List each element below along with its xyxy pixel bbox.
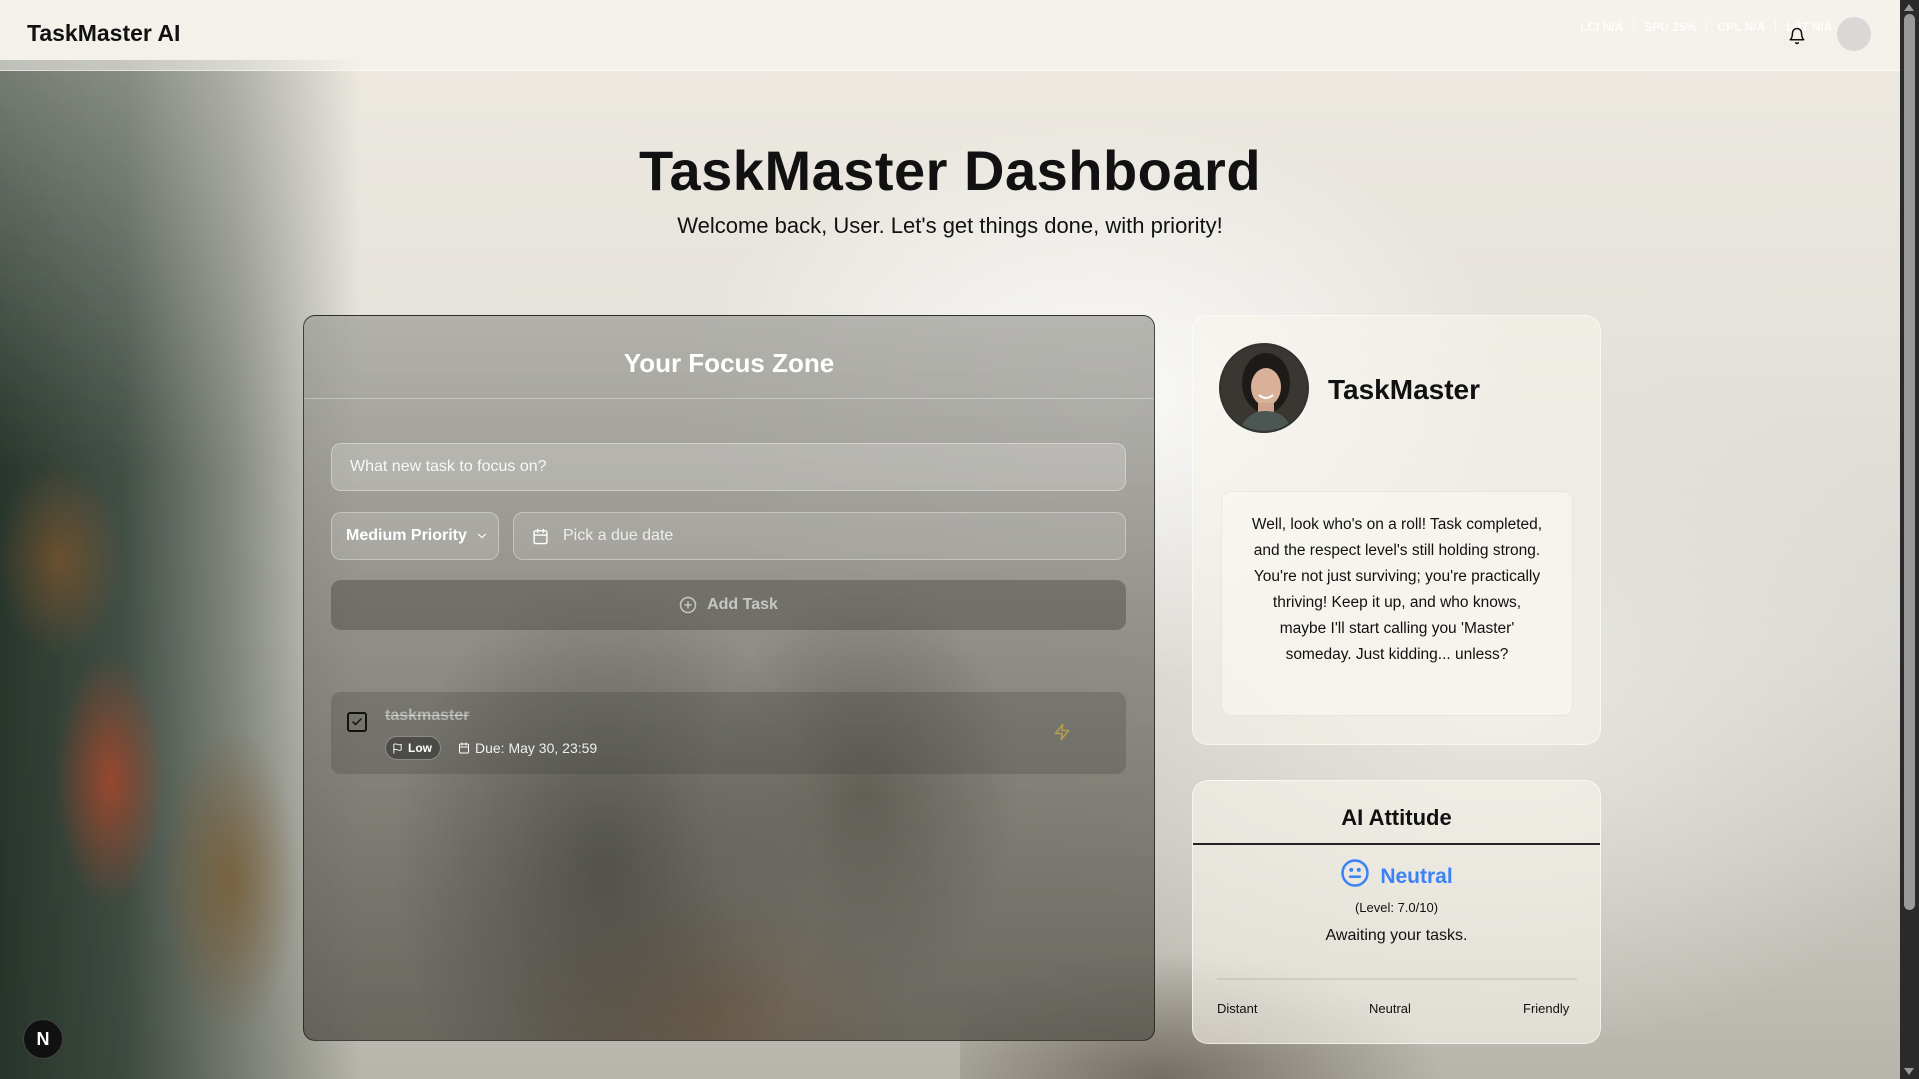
mood-indicator: Neutral bbox=[1193, 857, 1600, 889]
scroll-down-arrow[interactable] bbox=[1904, 1068, 1914, 1075]
lightning-icon bbox=[1054, 723, 1070, 741]
check-icon bbox=[352, 718, 362, 726]
assistant-message: Well, look who's on a roll! Task complet… bbox=[1221, 491, 1573, 716]
plus-circle-icon bbox=[679, 596, 697, 614]
stat-spu: SPU 25% bbox=[1644, 20, 1697, 34]
task-ai-button[interactable] bbox=[1053, 723, 1071, 741]
stat-separator bbox=[1706, 20, 1708, 34]
user-avatar[interactable] bbox=[1837, 17, 1871, 51]
stat-cpl: CPL N/A bbox=[1717, 20, 1766, 34]
task-priority-badge: Low bbox=[385, 736, 441, 760]
mood-status: Awaiting your tasks. bbox=[1325, 927, 1468, 944]
neutral-face-icon bbox=[1341, 859, 1370, 887]
assistant-avatar bbox=[1219, 343, 1309, 433]
nextjs-devtools-button[interactable]: N bbox=[23, 1019, 63, 1059]
divider bbox=[304, 398, 1154, 399]
task-due: Due: May 30, 23:59 bbox=[458, 740, 597, 756]
notifications-button[interactable] bbox=[1785, 24, 1809, 48]
bell-icon bbox=[1789, 27, 1805, 45]
page-subtitle: Welcome back, User. Let's get things don… bbox=[677, 213, 1223, 238]
divider bbox=[1193, 843, 1600, 845]
page-scrollbar[interactable] bbox=[1900, 0, 1919, 1079]
task-complete-checkbox[interactable] bbox=[347, 712, 367, 732]
calendar-clock-icon bbox=[459, 742, 469, 754]
scale-label-friendly: Friendly bbox=[1523, 1001, 1570, 1016]
new-task-input[interactable] bbox=[331, 443, 1126, 491]
app-name: TaskMaster AI bbox=[27, 20, 181, 46]
stat-separator bbox=[1775, 20, 1777, 34]
stat-lci: LCI N/A bbox=[1580, 20, 1624, 34]
task-title: taskmaster bbox=[385, 707, 470, 724]
mood-label: Neutral bbox=[1380, 865, 1453, 888]
attitude-scale-track bbox=[1217, 978, 1577, 980]
flag-icon bbox=[393, 742, 402, 754]
assistant-message-text: Well, look who's on a roll! Task complet… bbox=[1251, 516, 1543, 663]
due-date-placeholder: Pick a due date bbox=[563, 527, 674, 544]
ai-attitude-title: AI Attitude bbox=[1341, 805, 1452, 830]
top-bar: TaskMaster AI LCI N/A SPU 25% CPL N/A LA… bbox=[0, 0, 1900, 71]
page-title: TaskMaster Dashboard bbox=[638, 139, 1262, 202]
scale-label-neutral: Neutral bbox=[1369, 1001, 1411, 1016]
task-priority-label: Low bbox=[408, 741, 432, 755]
scroll-up-arrow[interactable] bbox=[1904, 4, 1914, 11]
add-task-button[interactable]: Add Task bbox=[331, 580, 1126, 630]
task-due-label: Due: May 30, 23:59 bbox=[475, 740, 598, 756]
priority-select-value: Medium Priority bbox=[346, 527, 467, 544]
stat-separator bbox=[1633, 20, 1635, 34]
add-task-label: Add Task bbox=[707, 596, 778, 613]
chevron-down-icon bbox=[477, 533, 486, 539]
task-item: taskmaster Low Due: May 30, 23:59 bbox=[331, 692, 1126, 774]
scale-label-distant: Distant bbox=[1217, 1001, 1258, 1016]
priority-select[interactable]: Medium Priority bbox=[331, 512, 499, 560]
scroll-thumb[interactable] bbox=[1904, 14, 1915, 910]
due-date-picker[interactable]: Pick a due date bbox=[513, 512, 1126, 560]
calendar-icon bbox=[533, 528, 548, 544]
focus-zone-title: Your Focus Zone bbox=[623, 348, 835, 378]
mood-level: (Level: 7.0/10) bbox=[1354, 900, 1439, 915]
assistant-profile-card: TaskMaster Well, look who's on a roll! T… bbox=[1192, 315, 1601, 745]
ai-attitude-card: AI Attitude Neutral (Level: 7.0/10) Awai… bbox=[1192, 780, 1601, 1044]
assistant-portrait bbox=[1221, 345, 1307, 431]
assistant-name: TaskMaster bbox=[1328, 374, 1481, 405]
focus-zone-panel: Your Focus Zone Medium Priority Pick a d… bbox=[303, 315, 1155, 1041]
